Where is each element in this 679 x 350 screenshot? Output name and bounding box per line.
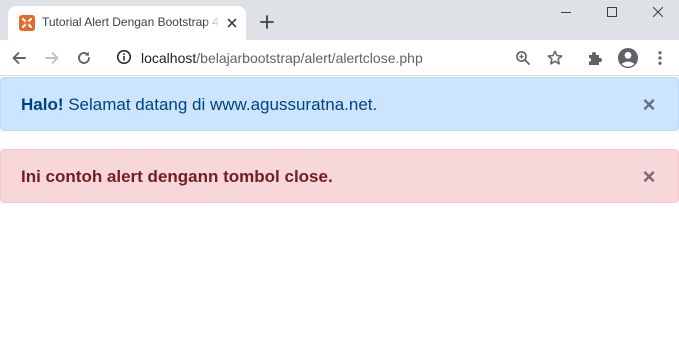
tab-title-fade [204,12,220,32]
alert-info-text: Selamat datang di www.agussuratna.net. [63,95,378,114]
extensions-puzzle-icon[interactable] [586,49,604,67]
alert-danger-message: Ini contoh alert dengann tombol close. [21,167,333,187]
browser-titlebar: Tutorial Alert Dengan Bootstrap 4 [0,0,679,40]
forward-arrow-icon[interactable] [43,49,61,67]
info-icon[interactable] [116,49,132,65]
tab-title: Tutorial Alert Dengan Bootstrap 4 [42,15,218,29]
bookmark-star-icon[interactable] [546,49,564,67]
close-icon[interactable] [635,0,679,26]
page-content: Halo! Selamat datang di www.agussuratna.… [0,77,679,350]
address-bar[interactable]: localhost/belajarbootstrap/alert/alertcl… [106,44,570,72]
xampp-icon [19,15,35,31]
alert-danger-close-button[interactable]: × [640,166,658,188]
alert-info: Halo! Selamat datang di www.agussuratna.… [0,77,679,131]
reload-icon[interactable] [75,49,93,67]
url-host: localhost [141,50,197,66]
zoom-icon[interactable] [514,49,532,67]
menu-kebab-icon[interactable] [651,49,669,67]
alert-info-close-button[interactable]: × [640,94,658,116]
browser-tab[interactable]: Tutorial Alert Dengan Bootstrap 4 [8,6,246,40]
alert-danger: Ini contoh alert dengann tombol close. × [0,149,679,203]
minimize-icon[interactable] [543,0,589,26]
alert-info-strong: Halo! [21,95,64,114]
url-text[interactable]: localhost/belajarbootstrap/alert/alertcl… [141,50,423,66]
back-arrow-icon[interactable] [10,49,28,67]
new-tab-icon[interactable] [258,13,276,31]
browser-toolbar: localhost/belajarbootstrap/alert/alertcl… [0,40,679,76]
alert-danger-strong: Ini contoh alert dengann tombol close. [21,167,333,186]
tab-close-icon[interactable] [224,15,240,31]
profile-avatar-icon[interactable] [617,47,639,69]
maximize-icon[interactable] [589,0,635,26]
url-path: /belajarbootstrap/alert/alertclose.php [196,50,423,66]
alert-info-message: Halo! Selamat datang di www.agussuratna.… [21,95,377,115]
